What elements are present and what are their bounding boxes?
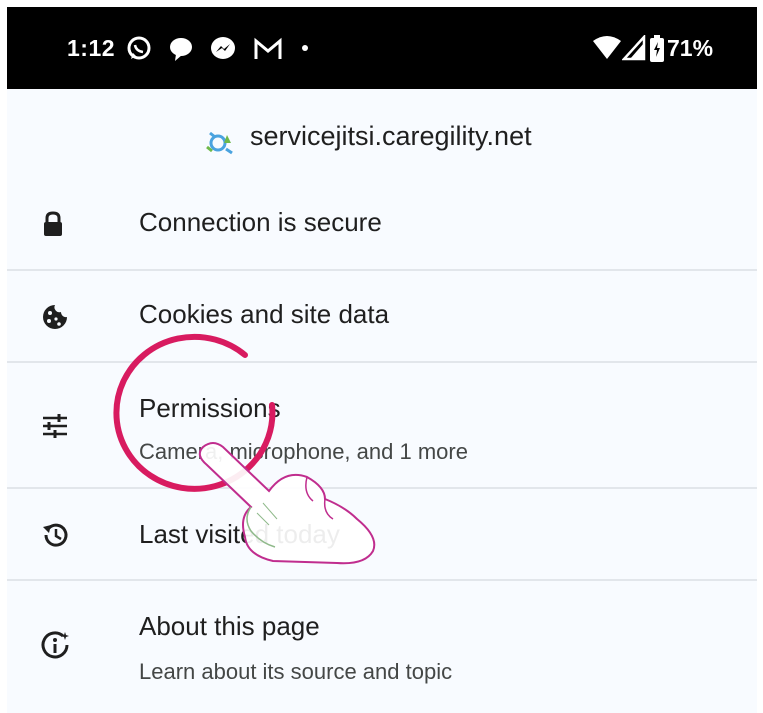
menu-item-permissions[interactable]: Permissions Camera, microphone, and 1 mo… [7, 363, 757, 489]
battery-percentage: 71% [667, 35, 714, 61]
battery-icon [649, 35, 665, 68]
menu-item-about[interactable]: About this page Learn about its source a… [7, 581, 757, 713]
connection-title: Connection is secure [139, 207, 382, 237]
device-screen: 1:12 71% servicejitsi.caregility.net Con… [7, 7, 757, 713]
menu-item-cookies[interactable]: Cookies and site data [7, 271, 757, 363]
whatsapp-icon [125, 35, 153, 68]
site-domain: servicejitsi.caregility.net [250, 121, 532, 151]
chat-bubble-icon [167, 35, 195, 68]
messenger-icon [209, 35, 237, 68]
lock-icon [41, 211, 65, 242]
about-title: About this page [139, 611, 320, 641]
site-favicon-icon [205, 129, 235, 162]
menu-item-history[interactable]: Last visited today [7, 489, 757, 581]
site-header: servicejitsi.caregility.net [7, 89, 757, 179]
tune-sliders-icon [41, 413, 69, 444]
gmail-icon [253, 35, 283, 68]
history-title: Last visited today [139, 519, 340, 549]
cookies-title: Cookies and site data [139, 299, 390, 329]
about-page-icon [41, 631, 71, 666]
permissions-subtitle: Camera, microphone, and 1 more [139, 439, 468, 464]
notification-dot [302, 45, 308, 51]
wifi-icon [592, 35, 622, 66]
history-icon [41, 521, 69, 554]
status-bar: 1:12 71% [7, 7, 757, 89]
permissions-title: Permissions [139, 393, 281, 423]
about-subtitle: Learn about its source and topic [139, 659, 453, 684]
cookie-icon [41, 303, 69, 336]
menu-item-connection[interactable]: Connection is secure [7, 179, 757, 271]
status-time: 1:12 [67, 35, 116, 61]
signal-icon [621, 33, 646, 66]
